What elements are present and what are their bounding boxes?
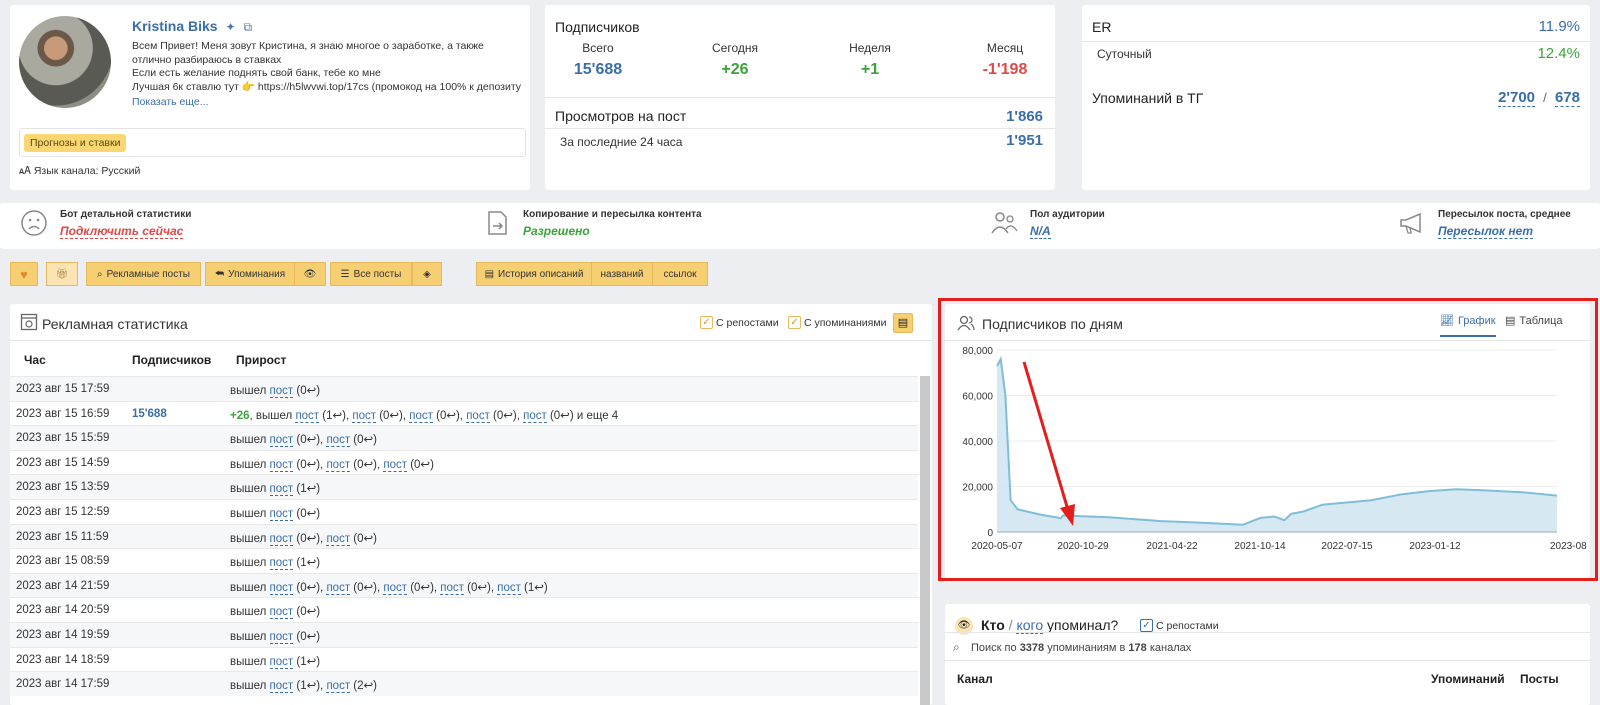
annotation-arrow (1022, 361, 1075, 526)
